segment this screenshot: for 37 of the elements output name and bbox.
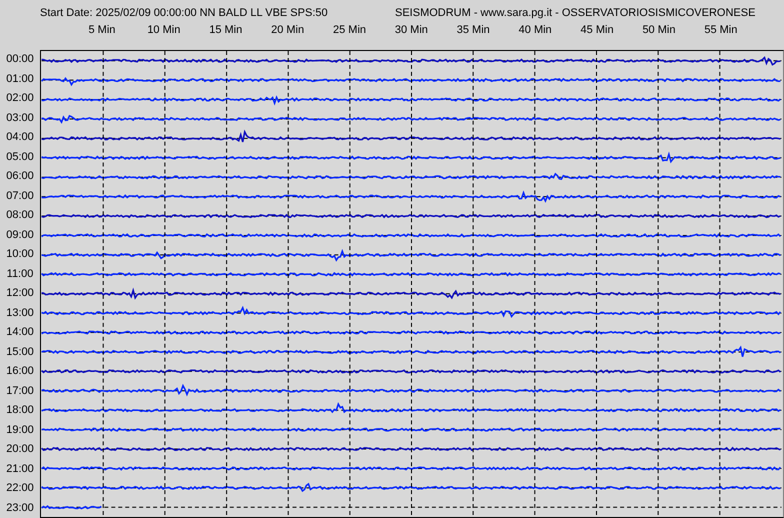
minute-tick-label: 35 Min <box>456 24 491 36</box>
minute-tick-label: 10 Min <box>146 24 182 36</box>
hour-label: 18:00 <box>5 403 35 418</box>
hour-label: 07:00 <box>5 188 35 204</box>
minute-tick-label: 15 Min <box>208 24 244 36</box>
minute-tick-label: 25 Min <box>332 24 368 36</box>
hour-label: 00:00 <box>5 52 35 67</box>
source-title: SEISMODRUM - www.sara.pg.it - OSSERVATORIOSISMICOVERONESE <box>395 7 756 19</box>
hour-label: 09:00 <box>5 228 35 242</box>
hour-label: 13:00 <box>5 306 35 320</box>
hour-label: 22:00 <box>5 481 35 496</box>
minute-tick-label: 30 Min <box>394 24 429 36</box>
minute-tick-label: 40 Min <box>518 24 553 36</box>
hour-label: 14:00 <box>5 325 35 340</box>
hour-label: 05:00 <box>5 150 35 164</box>
hour-label: 16:00 <box>5 364 35 379</box>
hour-label: 23:00 <box>5 500 35 516</box>
hour-label: 20:00 <box>5 442 35 457</box>
hour-label: 12:00 <box>5 286 35 301</box>
minute-tick-label: 20 Min <box>270 24 306 36</box>
minute-tick-label: 5 Min <box>87 24 116 36</box>
hour-label: 03:00 <box>5 110 35 126</box>
minute-tick-label: 50 Min <box>641 24 676 36</box>
hour-label: 06:00 <box>5 169 35 184</box>
minute-tick-label: 45 Min <box>580 24 615 36</box>
hour-label: 15:00 <box>5 344 35 360</box>
minute-tick-label: 55 Min <box>703 24 738 36</box>
hour-label: 02:00 <box>5 91 35 106</box>
hour-label: 17:00 <box>5 384 35 398</box>
hour-label: 04:00 <box>5 130 35 145</box>
hour-label: 10:00 <box>5 247 35 262</box>
start-date-info: Start Date: 2025/02/09 00:00:00 NN BALD LL VBE SPS:50 <box>40 7 329 19</box>
hour-label: 08:00 <box>5 208 35 223</box>
hour-label: 11:00 <box>6 266 34 282</box>
hour-label: 19:00 <box>5 422 35 438</box>
hour-label: 21:00 <box>5 462 35 476</box>
hour-label: 01:00 <box>5 72 35 86</box>
